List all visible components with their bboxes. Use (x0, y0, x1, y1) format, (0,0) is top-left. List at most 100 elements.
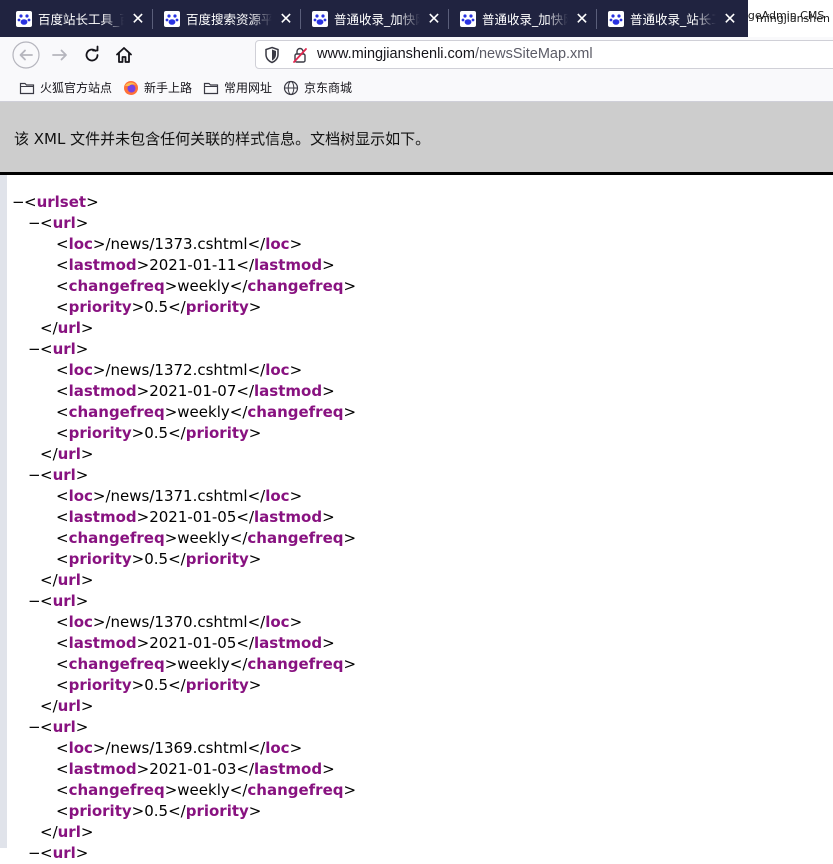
xml-tag-name: url (57, 823, 81, 841)
xml-bracket: </ (168, 298, 186, 316)
xml-tag-name: priority (185, 424, 249, 442)
xml-bracket: > (75, 844, 89, 862)
xml-bracket: </ (236, 634, 255, 652)
xml-tag-name: priority (68, 676, 132, 694)
xml-bracket: > (75, 718, 89, 736)
xml-open-url[interactable]: −<url> (28, 717, 88, 738)
xml-bracket: < (40, 214, 53, 232)
xml-bracket: </ (40, 697, 58, 715)
tab-4[interactable]: 普通收录_加快网站 ✕ (444, 0, 592, 37)
xml-tag-name: changefreq (247, 403, 344, 421)
tab-2[interactable]: 百度搜索资源平台 ✕ (148, 0, 296, 37)
close-tab-icon[interactable]: ✕ (572, 9, 592, 29)
home-button[interactable] (110, 41, 138, 69)
back-button[interactable] (12, 41, 40, 69)
xml-bracket: > (80, 823, 94, 841)
xml-text-value: 2021-01-11 (149, 256, 237, 274)
bookmark-item[interactable]: 火狐官方站点 (19, 79, 112, 96)
xml-tag-name: changefreq (247, 781, 344, 799)
xml-tag-name: priority (68, 424, 132, 442)
xml-bracket: </ (236, 256, 255, 274)
xml-bracket: > (131, 298, 145, 316)
xml-bracket: > (248, 802, 262, 820)
close-tab-icon[interactable]: ✕ (424, 9, 444, 29)
xml-field-priority: <priority>0.5</priority> (56, 675, 261, 696)
xml-text-value: /news/1369.cshtml (105, 739, 248, 757)
xml-bracket: > (92, 739, 106, 757)
tab-5[interactable]: 普通收录_站长工具 ✕ (592, 0, 740, 37)
xml-tag-name: url (57, 571, 81, 589)
xml-tag-name: loc (68, 613, 93, 631)
xml-tag-name: changefreq (68, 781, 165, 799)
forward-button[interactable] (46, 41, 74, 69)
xml-bracket: > (289, 235, 303, 253)
xml-bracket: > (131, 550, 145, 568)
close-tab-icon[interactable]: ✕ (128, 9, 148, 29)
close-tab-icon[interactable]: ✕ (276, 9, 296, 29)
xml-tag-name: lastmod (254, 508, 323, 526)
xml-tag-name: changefreq (68, 529, 165, 547)
tab-3[interactable]: 普通收录_加快网站 ✕ (296, 0, 444, 37)
tab-title: 普通收录_加快网站 (482, 12, 568, 27)
collapse-toggle-icon: − (28, 718, 41, 736)
bookmark-item[interactable]: 新手上路 (123, 79, 192, 96)
xml-open-url[interactable]: −<url> (28, 465, 88, 486)
xml-tag-name: lastmod (254, 382, 323, 400)
xml-bracket: < (40, 844, 53, 862)
xml-bracket: </ (236, 382, 255, 400)
xml-close-url: </url> (40, 696, 93, 717)
xml-bracket: > (136, 634, 150, 652)
url-text[interactable]: www.mingjianshenli.com/newsSiteMap.xml (317, 46, 593, 62)
xml-bracket: > (343, 655, 357, 673)
xml-tag-name: url (57, 319, 81, 337)
xml-tag-name: lastmod (254, 760, 323, 778)
xml-bracket: </ (247, 487, 266, 505)
xml-tag-name: priority (68, 298, 132, 316)
xml-tag-name: loc (68, 361, 93, 379)
xml-bracket: </ (236, 760, 255, 778)
xml-bracket: < (56, 676, 69, 694)
xml-bracket: < (56, 739, 69, 757)
close-tab-icon[interactable]: ✕ (720, 9, 740, 29)
xml-bracket: < (40, 718, 53, 736)
xml-text-value: 0.5 (144, 550, 169, 568)
xml-field-changefreq: <changefreq>weekly</changefreq> (56, 528, 356, 549)
xml-tag-name: loc (68, 235, 93, 253)
xml-open-url[interactable]: −<url> (28, 843, 88, 864)
xml-bracket: > (164, 655, 178, 673)
xml-tag-name: url (52, 844, 76, 862)
collapse-toggle-icon: − (28, 592, 41, 610)
bookmark-label: 新手上路 (144, 81, 193, 95)
xml-tag-name: priority (185, 550, 249, 568)
tab-1[interactable]: 百度站长工具_百度 ✕ (0, 0, 148, 37)
xml-bracket: > (289, 739, 303, 757)
xml-bracket: > (75, 466, 89, 484)
xml-open-url[interactable]: −<url> (28, 339, 88, 360)
xml-open-urlset[interactable]: −<urlset> (12, 192, 99, 213)
xml-bracket: > (86, 193, 99, 211)
xml-tag-name: priority (185, 298, 249, 316)
xml-tag-name: lastmod (68, 508, 137, 526)
folder-icon (203, 82, 219, 94)
xml-bracket: </ (229, 403, 248, 421)
xml-open-url[interactable]: −<url> (28, 591, 88, 612)
forward-arrow-icon (52, 49, 67, 61)
collapse-toggle-icon: − (28, 214, 41, 232)
active-tab[interactable]: PageAdmin CMS mingjianshen (748, 0, 833, 37)
bookmark-item[interactable]: 京东商城 (283, 79, 352, 96)
xml-tag-name: lastmod (68, 760, 137, 778)
xml-open-url[interactable]: −<url> (28, 213, 88, 234)
reload-button[interactable] (78, 41, 106, 69)
xml-bracket: < (56, 277, 69, 295)
xml-field-priority: <priority>0.5</priority> (56, 423, 261, 444)
bookmark-label: 京东商城 (304, 81, 353, 95)
url-bar[interactable]: www.mingjianshenli.com/newsSiteMap.xml (255, 40, 833, 69)
xml-tag-name: lastmod (254, 634, 323, 652)
tracking-protection-shield-icon[interactable] (264, 46, 280, 64)
insecure-lock-icon[interactable] (292, 46, 308, 64)
xml-text-value: /news/1372.cshtml (105, 361, 248, 379)
xml-bracket: </ (168, 424, 186, 442)
xml-close-url: </url> (40, 444, 93, 465)
xml-tag-name: url (52, 466, 76, 484)
bookmark-item[interactable]: 常用网址 (203, 79, 272, 96)
